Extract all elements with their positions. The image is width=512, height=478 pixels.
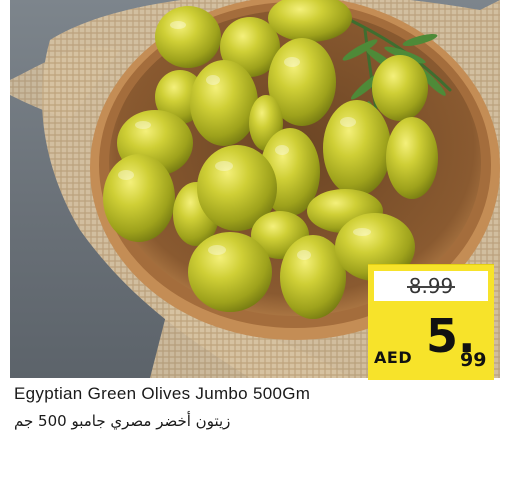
product-title-arabic[interactable]: زيتون أخضر مصري جامبو 500 جم [14,412,230,430]
currency-label: AED [374,348,413,367]
product-card[interactable]: 8.99 AED 5. 99 Egyptian Green Olives Jum… [0,0,512,478]
old-price-value: 8.99 [406,274,455,298]
old-price: 8.99 [374,271,488,301]
price-tag: 8.99 AED 5. 99 [368,264,494,380]
price-cents: 99 [460,349,487,371]
product-title-english[interactable]: Egyptian Green Olives Jumbo 500Gm [14,384,310,404]
